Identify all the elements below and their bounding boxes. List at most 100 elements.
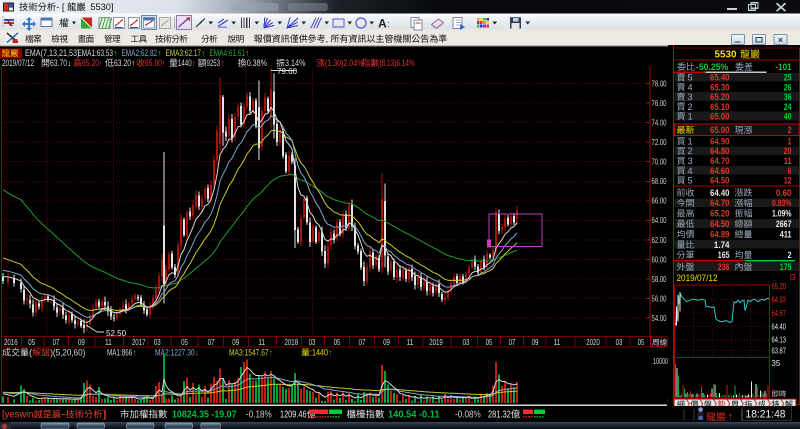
svg-text:65.20: 65.20	[772, 282, 787, 291]
svg-text:-50.25%: -50.25%	[696, 62, 728, 72]
svg-text:79.60: 79.60	[277, 67, 298, 76]
svg-text:2: 2	[688, 102, 693, 112]
svg-text:64.50: 64.50	[710, 219, 730, 229]
svg-text:↑: ↑	[113, 48, 118, 58]
svg-text:64.40: 64.40	[772, 322, 787, 331]
svg-text:11: 11	[554, 338, 561, 347]
svg-text:2018: 2018	[285, 338, 299, 347]
svg-text:65.30: 65.30	[710, 82, 730, 92]
svg-text:2020: 2020	[586, 338, 600, 347]
svg-text:×: ×	[778, 35, 783, 45]
svg-text:,: ,	[326, 34, 329, 45]
svg-text:↓: ↓	[195, 348, 200, 358]
svg-text:09: 09	[383, 338, 390, 347]
svg-text:72.00: 72.00	[652, 138, 667, 147]
svg-text:64.93: 64.93	[772, 296, 787, 305]
svg-text:0.38%: 0.38%	[247, 58, 267, 68]
svg-text:10000: 10000	[653, 357, 668, 366]
svg-text:20: 20	[784, 146, 792, 156]
svg-text:↑: ↑	[728, 411, 734, 423]
svg-text::1440: :1440	[310, 348, 328, 358]
svg-text:- [: - [	[56, 2, 65, 12]
svg-text:54.00: 54.00	[652, 314, 667, 323]
svg-text:76.00: 76.00	[652, 99, 667, 108]
svg-text:2016: 2016	[4, 338, 18, 347]
svg-text:1: 1	[788, 136, 792, 146]
svg-text:5: 5	[688, 176, 693, 186]
svg-text:↑: ↑	[192, 58, 197, 68]
svg-text:03: 03	[616, 338, 623, 347]
svg-text:74.00: 74.00	[652, 118, 667, 127]
svg-text:EMA4:61.61: EMA4:61.61	[210, 48, 246, 58]
svg-text:2: 2	[688, 146, 693, 156]
svg-text:11: 11	[407, 338, 414, 347]
svg-text:-0.08%: -0.08%	[455, 410, 481, 421]
svg-text:1440: 1440	[178, 58, 192, 68]
svg-text:18:21:48: 18:21:48	[746, 409, 786, 421]
svg-text:64.60: 64.60	[710, 166, 730, 176]
svg-text:65.40: 65.40	[710, 73, 730, 83]
svg-text:07: 07	[509, 338, 516, 347]
svg-text:2667: 2667	[776, 219, 792, 229]
svg-text:56.00: 56.00	[652, 295, 667, 304]
svg-text:-: -	[61, 410, 66, 421]
svg-text:-0.18%: -0.18%	[246, 410, 272, 421]
svg-text:411: 411	[780, 229, 792, 239]
svg-text:26: 26	[784, 82, 792, 92]
svg-text:140.54 -0.11: 140.54 -0.11	[388, 410, 440, 421]
svg-text:EMA2:62.82: EMA2:62.82	[122, 48, 158, 58]
svg-text:-101: -101	[776, 62, 792, 72]
svg-text:65.10: 65.10	[710, 102, 730, 112]
svg-text:63.70: 63.70	[50, 58, 67, 68]
svg-text:65.20↑: 65.20↑	[82, 58, 102, 68]
svg-text:65.00↑: 65.00↑	[145, 58, 165, 68]
svg-text:]: ]	[102, 410, 107, 421]
svg-text:165: 165	[718, 250, 730, 260]
svg-text:11: 11	[105, 338, 112, 347]
svg-text:1209.46: 1209.46	[280, 410, 307, 421]
svg-text:05: 05	[638, 338, 645, 347]
svg-text:07: 07	[53, 338, 60, 347]
svg-text:1.74: 1.74	[714, 240, 730, 250]
svg-text:64.13: 64.13	[772, 336, 787, 345]
svg-text:64.70: 64.70	[710, 156, 730, 166]
svg-text:2: 2	[788, 250, 792, 260]
svg-text:65.00: 65.00	[710, 125, 730, 135]
svg-text:5: 5	[688, 73, 693, 83]
svg-text:↑: ↑	[220, 58, 225, 68]
svg-text:64.00: 64.00	[652, 216, 667, 225]
svg-text:07: 07	[208, 338, 215, 347]
svg-text:05: 05	[28, 338, 35, 347]
svg-text:2019: 2019	[429, 338, 443, 347]
svg-text:2017: 2017	[132, 338, 146, 347]
svg-text:25: 25	[784, 73, 792, 83]
svg-text:2019/07/12: 2019/07/12	[677, 272, 718, 283]
svg-text:35: 35	[772, 359, 781, 368]
svg-text:↑: ↑	[269, 348, 274, 358]
svg-text:EMA(7,13,21,53): EMA(7,13,21,53)	[25, 48, 79, 58]
svg-text:60.00: 60.00	[652, 255, 667, 264]
svg-text:11: 11	[784, 156, 792, 166]
svg-text:05: 05	[334, 338, 341, 347]
svg-text:24: 24	[784, 102, 792, 112]
svg-text:62.00: 62.00	[652, 236, 667, 245]
svg-text:EMA1:63.53: EMA1:63.53	[78, 48, 114, 58]
svg-text:12: 12	[784, 176, 792, 186]
svg-text:07: 07	[359, 338, 366, 347]
svg-text:40: 40	[784, 112, 792, 122]
svg-text:63.20: 63.20	[114, 58, 131, 68]
svg-text::: :	[387, 19, 390, 29]
svg-text:70.00: 70.00	[652, 158, 667, 167]
svg-text:↑: ↑	[328, 348, 333, 358]
svg-text:78.00: 78.00	[652, 79, 667, 88]
svg-text:05: 05	[181, 338, 188, 347]
svg-text:2: 2	[788, 125, 792, 135]
svg-text:64.70: 64.70	[710, 198, 730, 208]
svg-text:05: 05	[486, 338, 493, 347]
svg-text:03: 03	[154, 338, 161, 347]
svg-text:1: 1	[688, 136, 693, 146]
svg-text:MA1:866: MA1:866	[107, 348, 132, 358]
svg-text:(8.13)6.14%: (8.13)6.14%	[380, 58, 415, 68]
svg-text:↓: ↓	[67, 58, 72, 68]
svg-text:(1.30)2.04%: (1.30)2.04%	[325, 58, 363, 68]
